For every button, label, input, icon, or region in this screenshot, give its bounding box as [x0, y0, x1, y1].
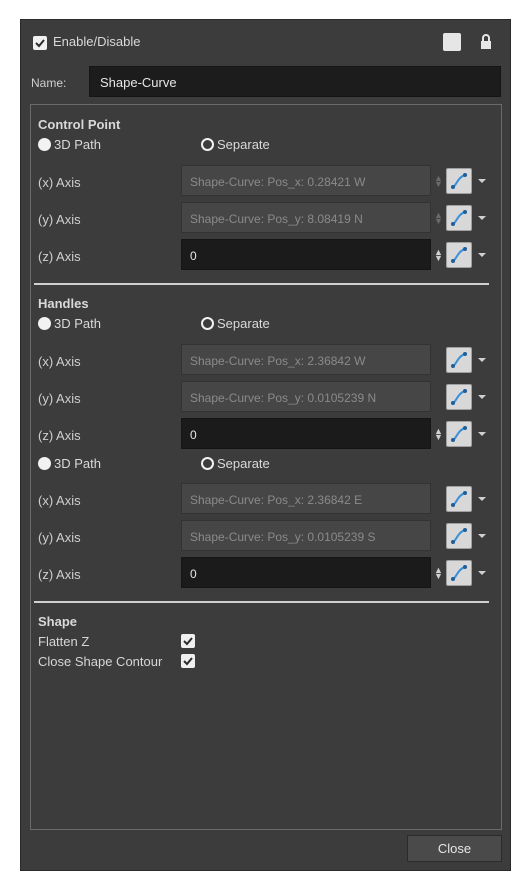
- h1-x-dropdown-arrow-icon[interactable]: [478, 358, 486, 362]
- h2-x-function-button[interactable]: [446, 486, 472, 512]
- h1-x-axis-label: (x) Axis: [38, 354, 81, 369]
- cp-y-dropdown-arrow-icon[interactable]: [478, 216, 486, 220]
- h2-x-axis-field[interactable]: Shape-Curve: Pos_x: 2.36842 E: [181, 483, 431, 514]
- h1-y-axis-field[interactable]: Shape-Curve: Pos_y: 0.0105239 N: [181, 381, 431, 412]
- cp-y-spinner-icon[interactable]: ▲ ▼: [434, 211, 443, 226]
- shape-title: Shape: [38, 614, 78, 629]
- name-input[interactable]: Shape-Curve: [89, 66, 501, 97]
- h2-radio-separate-label: Separate: [217, 456, 270, 471]
- h2-z-axis-label: (z) Axis: [38, 567, 81, 582]
- name-label: Name:: [31, 76, 67, 90]
- cp-radio-3d-path[interactable]: 3D Path: [38, 137, 101, 152]
- h2-x-dropdown-arrow-icon[interactable]: [478, 497, 486, 501]
- handles-title: Handles: [38, 296, 89, 311]
- h1-x-axis-field[interactable]: Shape-Curve: Pos_x: 2.36842 W: [181, 344, 431, 375]
- cp-x-dropdown-arrow-icon[interactable]: [478, 179, 486, 183]
- enable-label: Enable/Disable: [53, 34, 141, 49]
- enable-checkbox[interactable]: [33, 36, 47, 50]
- layer-properties-dialog: Enable/Disable Name: Shape-Curve Control…: [20, 19, 511, 871]
- close-contour-label: Close Shape Contour: [38, 654, 163, 669]
- control-point-title: Control Point: [38, 117, 121, 132]
- lock-icon[interactable]: [479, 33, 493, 51]
- section-divider: [34, 601, 489, 603]
- flatten-z-label: Flatten Z: [38, 634, 90, 649]
- h1-radio-separate-label: Separate: [217, 316, 270, 331]
- h2-y-dropdown-arrow-icon[interactable]: [478, 534, 486, 538]
- cp-y-function-button[interactable]: [446, 205, 472, 231]
- h1-x-function-button[interactable]: [446, 347, 472, 373]
- h1-radio-3d-path[interactable]: 3D Path: [38, 316, 101, 331]
- h2-z-spinner-icon[interactable]: ▲ ▼: [434, 566, 443, 581]
- h1-y-dropdown-arrow-icon[interactable]: [478, 395, 486, 399]
- radio-ring-icon: [201, 317, 214, 330]
- h2-radio-3d-label: 3D Path: [54, 456, 101, 471]
- section-divider: [34, 283, 489, 285]
- h1-z-dropdown-arrow-icon[interactable]: [478, 432, 486, 436]
- h1-z-axis-label: (z) Axis: [38, 428, 81, 443]
- cp-z-function-button[interactable]: [446, 242, 472, 268]
- cp-z-spinner-icon[interactable]: ▲ ▼: [434, 248, 443, 263]
- close-button[interactable]: Close: [407, 835, 502, 862]
- cp-z-axis-field[interactable]: 0: [181, 239, 431, 270]
- h2-y-axis-field[interactable]: Shape-Curve: Pos_y: 0.0105239 S: [181, 520, 431, 551]
- h1-z-axis-field[interactable]: 0: [181, 418, 431, 449]
- h2-radio-separate[interactable]: Separate: [201, 456, 270, 471]
- h1-z-spinner-icon[interactable]: ▲ ▼: [434, 427, 443, 442]
- cp-y-axis-label: (y) Axis: [38, 212, 81, 227]
- cp-y-axis-field[interactable]: Shape-Curve: Pos_y: 8.08419 N: [181, 202, 431, 233]
- cp-x-function-button[interactable]: [446, 168, 472, 194]
- radio-filled-icon: [38, 457, 51, 470]
- h1-y-function-button[interactable]: [446, 384, 472, 410]
- radio-ring-icon: [201, 138, 214, 151]
- color-swatch-button[interactable]: [443, 33, 461, 51]
- flatten-z-checkbox[interactable]: [181, 634, 195, 648]
- close-contour-checkbox[interactable]: [181, 654, 195, 668]
- h2-z-dropdown-arrow-icon[interactable]: [478, 571, 486, 575]
- cp-radio-separate-label: Separate: [217, 137, 270, 152]
- properties-panel: Control Point 3D Path Separate (x) Axis …: [30, 104, 502, 830]
- radio-ring-icon: [201, 457, 214, 470]
- h2-y-axis-label: (y) Axis: [38, 530, 81, 545]
- h2-z-function-button[interactable]: [446, 560, 472, 586]
- h1-radio-separate[interactable]: Separate: [201, 316, 270, 331]
- cp-z-axis-label: (z) Axis: [38, 249, 81, 264]
- h1-z-function-button[interactable]: [446, 421, 472, 447]
- h1-y-axis-label: (y) Axis: [38, 391, 81, 406]
- h2-y-function-button[interactable]: [446, 523, 472, 549]
- h2-z-axis-field[interactable]: 0: [181, 557, 431, 588]
- radio-filled-icon: [38, 317, 51, 330]
- h2-radio-3d-path[interactable]: 3D Path: [38, 456, 101, 471]
- cp-x-axis-label: (x) Axis: [38, 175, 81, 190]
- radio-filled-icon: [38, 138, 51, 151]
- cp-x-axis-field[interactable]: Shape-Curve: Pos_x: 0.28421 W: [181, 165, 431, 196]
- h1-radio-3d-label: 3D Path: [54, 316, 101, 331]
- cp-radio-3d-label: 3D Path: [54, 137, 101, 152]
- cp-radio-separate[interactable]: Separate: [201, 137, 270, 152]
- cp-z-dropdown-arrow-icon[interactable]: [478, 253, 486, 257]
- cp-x-spinner-icon[interactable]: ▲ ▼: [434, 174, 443, 189]
- h2-x-axis-label: (x) Axis: [38, 493, 81, 508]
